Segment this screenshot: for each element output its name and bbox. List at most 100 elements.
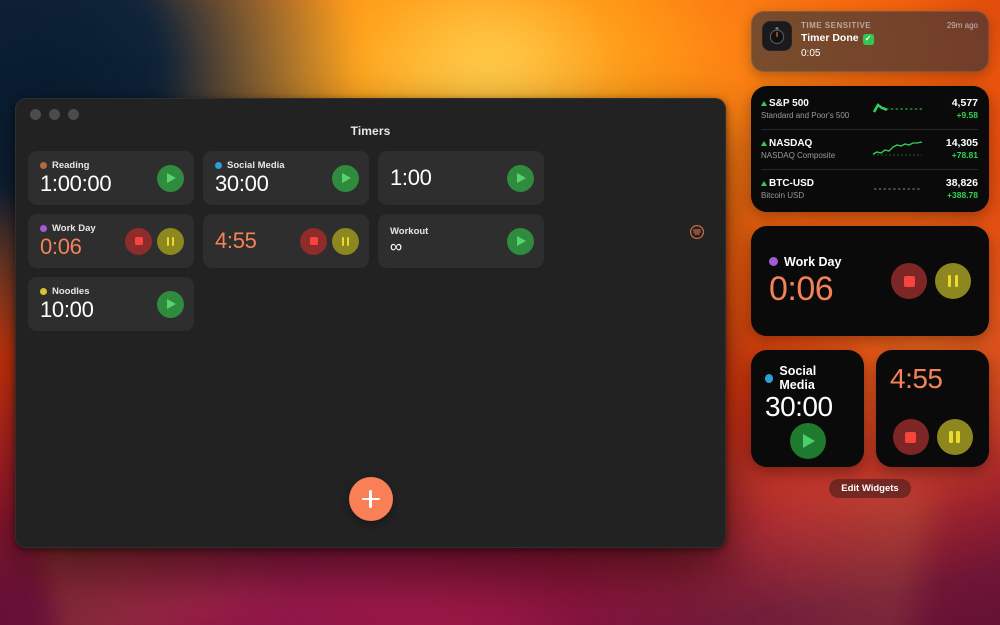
stock-row[interactable]: S&P 500 Standard and Poor's 500 4,577 +9.58: [751, 89, 989, 129]
play-icon: [803, 434, 815, 449]
edit-widgets-button[interactable]: Edit Widgets: [829, 479, 911, 499]
timer-5-info: Workout ∞: [390, 226, 428, 256]
timer-card[interactable]: 4:55: [203, 214, 369, 268]
timer-5-play-button[interactable]: [507, 227, 534, 255]
timer-5-label: Workout: [390, 225, 429, 237]
widget-social-time: 30:00: [765, 391, 833, 423]
window-titlebar: Timers: [16, 99, 725, 146]
widget-social-label: Social Media: [779, 364, 817, 393]
timer-6-info: Noodles 10:00: [40, 286, 94, 322]
timer-1-info: Social Media 30:00: [215, 160, 285, 196]
notification-banner[interactable]: TIME SENSITIVE Timer Done ✓ 0:05 29m ago: [751, 11, 989, 73]
widget-unnamed-stop-button[interactable]: [892, 419, 929, 456]
pause-icon: [166, 236, 175, 246]
play-icon: [167, 173, 176, 183]
timer-0-controls: [157, 164, 184, 192]
stock-1-price: 14,305: [945, 137, 978, 150]
timer-1-play-button[interactable]: [332, 164, 359, 192]
timer-0-play-button[interactable]: [157, 164, 184, 192]
timer-3-stop-button[interactable]: [125, 227, 152, 255]
widget-workday-label: Work Day: [784, 254, 842, 269]
timer-2-play-button[interactable]: [507, 164, 534, 192]
stock-2-names: BTC-USD Bitcoin USD: [761, 177, 866, 202]
timer-4-info: 4:55: [215, 214, 257, 268]
widget-unnamed-pause-button[interactable]: [936, 419, 973, 456]
stock-2-price: 38,826: [945, 177, 978, 190]
triangle-up-icon: [761, 181, 767, 187]
desktop: Timers Reading 1:00:00 Social Media 30:00 1:…: [0, 0, 1000, 625]
timer-6-play-button[interactable]: [157, 290, 184, 318]
timer-4-controls: [300, 227, 359, 255]
timer-3-label: Work Day: [52, 223, 96, 235]
stock-0-values: 4,577 +9.58: [930, 96, 978, 122]
widget-workday-label-row: Work Day: [769, 255, 841, 269]
timer-5-time: ∞: [390, 236, 403, 256]
color-dot: [40, 162, 47, 170]
stop-icon: [134, 237, 143, 245]
stock-row[interactable]: BTC-USD Bitcoin USD 38,826 +388.78: [751, 169, 989, 209]
stock-0-symbol-row: S&P 500: [761, 97, 866, 111]
stock-1-symbol-row: NASDAQ: [761, 137, 866, 151]
timer-1-time: 30:00: [215, 171, 269, 197]
stock-1-name: NASDAQ Composite: [761, 151, 836, 161]
timer-card[interactable]: Workout ∞: [378, 214, 544, 268]
notification-title: Timer Done ✓: [801, 31, 977, 46]
stocks-widget[interactable]: S&P 500 Standard and Poor's 500 4,577 +9.58…: [751, 86, 989, 213]
timer-5-controls: [507, 227, 534, 255]
stock-2-symbol-row: BTC-USD: [761, 177, 866, 191]
sparkline-icon: [872, 141, 923, 156]
timer-3-controls: [125, 227, 184, 255]
color-dot: [40, 288, 47, 296]
widget-workday-controls: [891, 263, 971, 300]
play-icon: [167, 299, 176, 309]
timer-3-time: 0:06: [40, 234, 82, 260]
timer-grid: Reading 1:00:00 Social Media 30:00 1:00 Work …: [28, 151, 713, 331]
timer-card[interactable]: Noodles 10:00: [28, 277, 194, 331]
stock-1-change: +78.81: [951, 150, 978, 161]
timer-0-time: 1:00:00: [40, 171, 112, 197]
timer-6-controls: [157, 290, 184, 318]
color-dot: [215, 162, 222, 170]
timer-3-label-row: Work Day: [40, 223, 96, 234]
timer-card[interactable]: Work Day 0:06: [28, 214, 194, 268]
widget-workday-stop-button[interactable]: [891, 263, 927, 300]
widget-workday-info: Work Day 0:06: [769, 255, 841, 308]
widget-timer-social-media[interactable]: Social Media 30:00: [751, 350, 864, 468]
widget-workday-time: 0:06: [769, 269, 834, 308]
notification-title-text: Timer Done: [801, 32, 859, 45]
sparkline-icon: [874, 188, 922, 190]
stock-2-symbol: BTC-USD: [769, 177, 814, 189]
stock-0-names: S&P 500 Standard and Poor's 500: [761, 97, 866, 122]
timer-3-pause-button[interactable]: [157, 227, 184, 255]
widget-workday-pause-button[interactable]: [935, 263, 971, 300]
play-icon: [517, 236, 526, 246]
stock-0-price: 4,577: [951, 97, 978, 110]
stock-1-names: NASDAQ NASDAQ Composite: [761, 137, 866, 162]
stock-1-values: 14,305 +78.81: [930, 136, 978, 162]
checkmark-icon: ✓: [862, 33, 874, 45]
widget-social-play-button[interactable]: [789, 423, 826, 460]
timer-1-label-row: Social Media: [215, 160, 285, 171]
timer-6-label-row: Noodles: [40, 286, 94, 297]
pause-icon: [341, 236, 350, 246]
widget-timer-work-day[interactable]: Work Day 0:06: [751, 226, 989, 337]
timer-1-controls: [332, 164, 359, 192]
notification-timestamp: 29m ago: [946, 21, 978, 30]
timer-4-pause-button[interactable]: [332, 227, 359, 255]
timer-3-info: Work Day 0:06: [40, 223, 96, 259]
play-icon: [517, 173, 526, 183]
page-title: Timers: [350, 124, 391, 138]
timer-2-time: 1:00: [390, 165, 432, 191]
add-timer-button[interactable]: [348, 477, 393, 521]
timer-4-stop-button[interactable]: [300, 227, 327, 255]
timer-card[interactable]: Social Media 30:00: [203, 151, 369, 205]
small-widgets-row: Social Media 30:00 4:55: [751, 350, 989, 468]
widget-timer-unnamed[interactable]: 4:55: [876, 350, 989, 468]
pause-icon: [949, 431, 960, 444]
timer-6-time: 10:00: [40, 297, 94, 323]
triangle-up-icon: [761, 141, 767, 147]
timer-card[interactable]: Reading 1:00:00: [28, 151, 194, 205]
stock-row[interactable]: NASDAQ NASDAQ Composite 14,305 +78.81: [751, 129, 989, 169]
timer-card[interactable]: 1:00: [378, 151, 544, 205]
stock-2-change: +388.78: [947, 190, 978, 201]
